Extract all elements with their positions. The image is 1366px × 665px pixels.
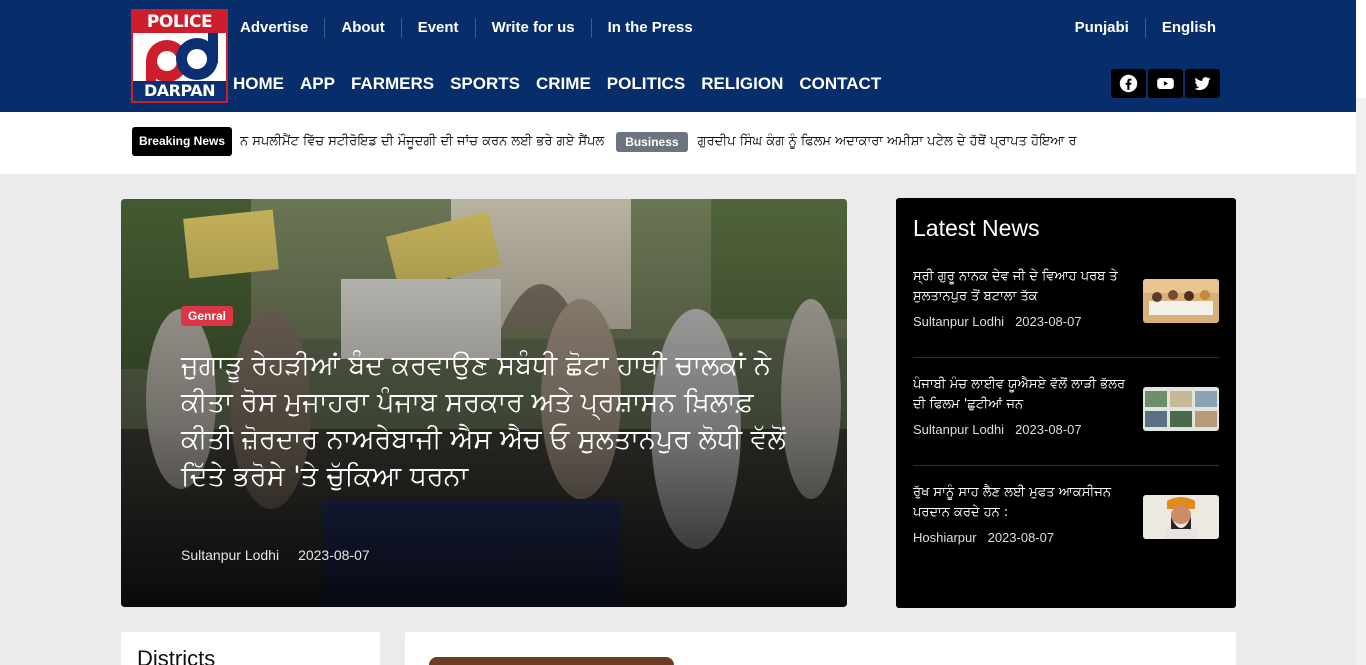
youtube-icon[interactable] (1148, 69, 1183, 98)
main-navigation: HOME APP FARMERS SPORTS CRIME POLITICS R… (233, 73, 881, 95)
nav-app[interactable]: APP (300, 73, 335, 95)
news-location: Sultanpur Lodhi (913, 314, 1005, 329)
hero-location: Sultanpur Lodhi (181, 547, 280, 563)
ticker-category-badge[interactable]: Business (616, 131, 688, 152)
nav-sports[interactable]: SPORTS (450, 73, 520, 95)
site-header: POLICE DARPAN Advertise About Event Writ… (0, 0, 1356, 112)
hero-meta: Sultanpur Lodhi 2023-08-07 (181, 547, 370, 563)
news-thumbnail[interactable] (1143, 279, 1219, 323)
nav-crime[interactable]: CRIME (536, 73, 591, 95)
site-logo[interactable]: POLICE DARPAN (131, 9, 228, 103)
latest-news-headline[interactable]: ਰੁੱਖ ਸਾਨੂੰ ਸਾਹ ਲੈਣ ਲਈ ਮੁਫਤ ਆਕਸੀਜਨ ਪਰਦਾਨ … (913, 483, 1128, 523)
news-date: 2023-08-07 (1015, 314, 1082, 329)
latest-news-item[interactable]: ਪੰਜਾਬੀ ਮੰਚ ਲਾਈਵ ਯੂਐਸਏ ਵੱਲੋਂ ਲਾੜੀ ਭੱਲਰ ਦੀ… (913, 375, 1219, 483)
topnav-event[interactable]: Event (402, 18, 476, 38)
latest-news-title: Latest News (913, 215, 1040, 241)
news-date: 2023-08-07 (987, 530, 1055, 545)
logo-top-text: POLICE (133, 11, 226, 33)
ticker-item[interactable]: ਨ ਸਪਲੀਮੈਂਟ ਵਿੱਚ ਸਟੀਰੋਇਡ ਦੀ ਮੌਜੂਦਗੀ ਦੀ ਜਾ… (240, 134, 604, 149)
districts-card: Districts (121, 632, 380, 665)
news-divider (913, 465, 1219, 466)
logo-bottom-text: DARPAN (133, 81, 226, 101)
hero-article[interactable]: Genral ਜੁਗਾੜੂ ਰੇਹੜੀਆਂ ਬੰਦ ਕਰਵਾਉਣ ਸਬੰਧੀ ਛ… (121, 199, 847, 607)
latest-news-panel: Latest News ਸ੍ਰੀ ਗੁਰੂ ਨਾਨਕ ਦੇਵ ਜੀ ਦੇ ਵਿਆ… (896, 198, 1236, 608)
latest-news-headline[interactable]: ਪੰਜਾਬੀ ਮੰਚ ਲਾਈਵ ਯੂਐਸਏ ਵੱਲੋਂ ਲਾੜੀ ਭੱਲਰ ਦੀ… (913, 375, 1128, 415)
hero-date: 2023-08-07 (298, 547, 370, 563)
scrollbar-thumb[interactable] (1356, 98, 1366, 665)
nav-home[interactable]: HOME (233, 73, 284, 95)
news-divider (913, 357, 1219, 358)
hero-title[interactable]: ਜੁਗਾੜੂ ਰੇਹੜੀਆਂ ਬੰਦ ਕਰਵਾਉਣ ਸਬੰਧੀ ਛੋਟਾ ਹਾਥ… (181, 347, 801, 495)
news-location: Sultanpur Lodhi (913, 422, 1005, 437)
lang-punjabi[interactable]: Punjabi (1059, 18, 1146, 38)
twitter-icon[interactable] (1185, 69, 1220, 98)
hero-category-badge[interactable]: Genral (181, 306, 234, 326)
breaking-news-bar: Breaking News ਨ ਸਪਲੀਮੈਂਟ ਵਿੱਚ ਸਟੀਰੋਇਡ ਦੀ… (0, 112, 1356, 174)
latest-news-item[interactable]: ਸ੍ਰੀ ਗੁਰੂ ਨਾਨਕ ਦੇਵ ਜੀ ਦੇ ਵਿਆਹ ਪਰਬ ਤੇ ਸੁਲ… (913, 267, 1219, 375)
facebook-icon[interactable] (1111, 69, 1146, 98)
logo-mark (146, 33, 218, 85)
latest-news-meta: Sultanpur Lodhi 2023-08-07 (913, 422, 1082, 437)
language-switcher: Punjabi English (1059, 17, 1232, 39)
nav-farmers[interactable]: FARMERS (351, 73, 434, 95)
ticker-track: ਨ ਸਪਲੀਮੈਂਟ ਵਿੱਚ ਸਟੀਰੋਇਡ ਦੀ ਮੌਜੂਦਗੀ ਦੀ ਜਾ… (240, 127, 1202, 156)
news-date: 2023-08-07 (1015, 422, 1082, 437)
latest-news-meta: Hoshiarpur 2023-08-07 (913, 530, 1054, 545)
topnav-about[interactable]: About (325, 18, 402, 38)
topnav-write-for-us[interactable]: Write for us (476, 18, 592, 38)
news-location: Hoshiarpur (913, 530, 977, 545)
article-card[interactable] (405, 632, 1236, 665)
districts-title: Districts (137, 646, 216, 665)
breaking-news-label: Breaking News (132, 127, 232, 156)
topnav-advertise[interactable]: Advertise (224, 18, 326, 38)
nav-politics[interactable]: POLITICS (607, 73, 685, 95)
nav-religion[interactable]: RELIGION (701, 73, 783, 95)
ticker-item[interactable]: ਗੁਰਦੀਪ ਸਿੰਘ ਕੰਗ ਨੂੰ ਫਿਲਮ ਅਦਾਕਾਰਾ ਅਮੀਸ਼ਾ … (698, 134, 1077, 149)
top-navigation: Advertise About Event Write for us In th… (224, 17, 709, 39)
article-thumbnail[interactable] (429, 657, 674, 665)
news-thumbnail[interactable] (1143, 495, 1219, 539)
latest-news-headline[interactable]: ਸ੍ਰੀ ਗੁਰੂ ਨਾਨਕ ਦੇਵ ਜੀ ਦੇ ਵਿਆਹ ਪਰਬ ਤੇ ਸੁਲ… (913, 267, 1128, 307)
news-thumbnail[interactable] (1143, 387, 1219, 431)
topnav-in-the-press[interactable]: In the Press (592, 18, 709, 38)
nav-contact[interactable]: CONTACT (799, 73, 881, 95)
lang-english[interactable]: English (1146, 18, 1232, 38)
latest-news-item[interactable]: ਰੁੱਖ ਸਾਨੂੰ ਸਾਹ ਲੈਣ ਲਈ ਮੁਫਤ ਆਕਸੀਜਨ ਪਰਦਾਨ … (913, 483, 1219, 591)
page-scrollbar[interactable] (1356, 0, 1366, 665)
latest-news-meta: Sultanpur Lodhi 2023-08-07 (913, 314, 1082, 329)
